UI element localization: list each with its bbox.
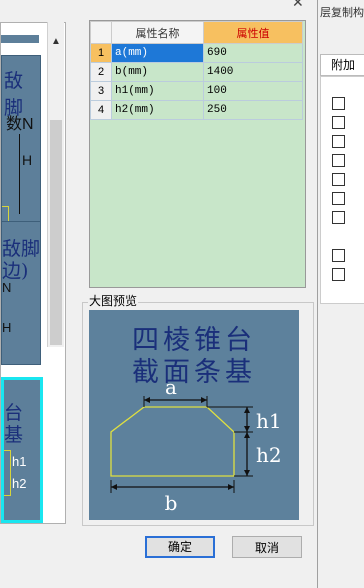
close-icon[interactable]: ✕ — [292, 0, 304, 11]
ok-button[interactable]: 确定 — [145, 536, 215, 558]
shape-outline — [4, 450, 11, 496]
dim-h1-label: h1 — [256, 409, 282, 433]
dim-h2-label: h2 — [256, 443, 282, 467]
property-name[interactable]: h1(mm) — [111, 81, 204, 101]
section-diagram: a b h1 h2 — [110, 375, 282, 515]
scrollbar[interactable]: ▲ — [47, 22, 64, 347]
table-row[interactable]: 3 h1(mm) 100 — [90, 81, 303, 101]
property-value[interactable]: 250 — [203, 100, 303, 120]
background-title: 层复制构 — [320, 7, 364, 19]
section-thumbnail[interactable]: 敌脚 数N H — [1, 55, 41, 231]
checkbox[interactable] — [332, 97, 345, 110]
checkbox[interactable] — [332, 116, 345, 129]
thumb-text: N — [2, 280, 12, 295]
checkbox[interactable] — [332, 154, 345, 167]
checkbox[interactable] — [332, 268, 345, 281]
preview-label: 大图预览 — [88, 292, 139, 309]
selected-thumbnail[interactable]: 台 基 h1 h2 — [1, 377, 43, 523]
thumb-text: h1 — [12, 454, 27, 469]
property-value[interactable]: 1400 — [203, 62, 303, 82]
thumb-text: h2 — [12, 476, 27, 491]
property-name[interactable]: b(mm) — [111, 62, 204, 82]
checkbox[interactable] — [332, 249, 345, 262]
table-row[interactable]: 1 a(mm) 690 — [90, 43, 303, 63]
chevron-up-icon[interactable]: ▲ — [51, 36, 61, 47]
column-header-extra: 附加 — [320, 54, 364, 76]
thumb-fragment — [1, 35, 39, 43]
table-row[interactable]: 4 h2(mm) 250 — [90, 100, 303, 120]
row-number: 3 — [90, 81, 112, 101]
background-window: 层复制构 附加 — [318, 0, 364, 588]
checkbox[interactable] — [332, 211, 345, 224]
row-number: 2 — [90, 62, 112, 82]
thumb-text: H — [2, 320, 12, 335]
thumb-text: H — [22, 152, 33, 168]
row-number: 1 — [90, 43, 112, 63]
section-thumbnail[interactable]: 敌脚 边) N H — [1, 221, 41, 365]
row-number: 4 — [90, 100, 112, 120]
thumb-text: 数N — [6, 116, 34, 133]
thumb-text: 边) — [2, 260, 29, 282]
thumb-bg: 台 基 h1 h2 — [4, 380, 40, 520]
dim-line — [19, 134, 20, 214]
property-table: 属性名称 属性值 1 a(mm) 690 2 b(mm) 1400 3 h1(m… — [89, 20, 306, 288]
row-number-header — [90, 21, 112, 44]
thumb-text: 基 — [4, 424, 24, 446]
dim-b-label: b — [165, 491, 178, 515]
property-value[interactable]: 100 — [203, 81, 303, 101]
cancel-button[interactable]: 取消 — [232, 536, 302, 558]
checkbox[interactable] — [332, 135, 345, 148]
checkbox[interactable] — [332, 173, 345, 186]
property-name[interactable]: h2(mm) — [111, 100, 204, 120]
checkbox[interactable] — [332, 192, 345, 205]
section-dialog: ✕ 敌脚 数N H 敌脚 边) N H 台 基 h1 h2 ▲ 属性名称 属性值… — [0, 0, 318, 588]
column-header-value: 属性值 — [203, 21, 303, 44]
section-outline — [110, 406, 235, 477]
table-row[interactable]: 2 b(mm) 1400 — [90, 62, 303, 82]
section-preview-image: 四棱锥台 截面条基 a b h1 h2 — [89, 310, 299, 520]
dim-a-label: a — [165, 375, 177, 399]
property-value[interactable]: 690 — [203, 43, 303, 63]
column-header-name: 属性名称 — [111, 21, 204, 44]
property-name[interactable]: a(mm) — [111, 43, 204, 63]
scroll-thumb[interactable] — [50, 120, 62, 345]
